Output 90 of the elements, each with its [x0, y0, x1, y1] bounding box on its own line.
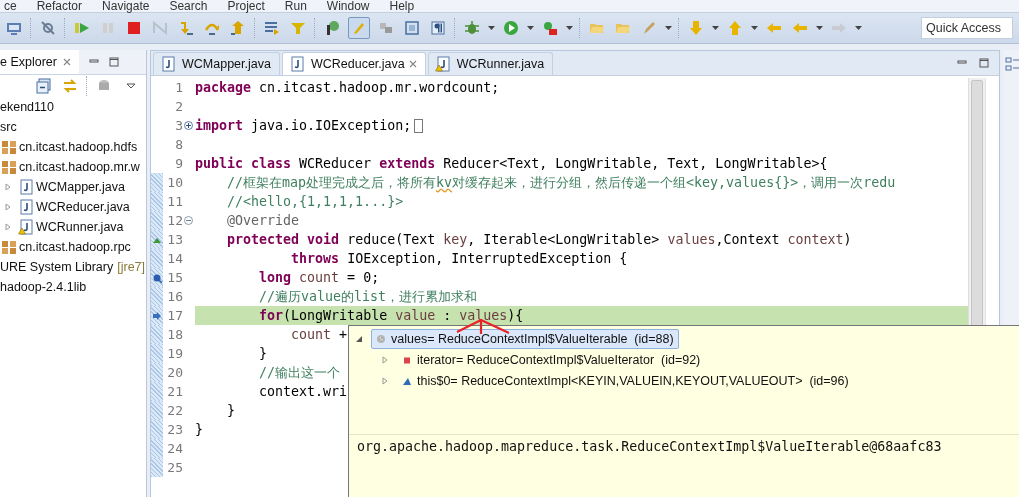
variable-row[interactable]: iterator= ReduceContextImpl$ValueIterator (id=92) — [397, 349, 706, 370]
code-comment: //遍历value的list，进行累加求和 — [258, 287, 478, 306]
tree-item[interactable]: ekend110 — [0, 100, 54, 114]
code-text: } — [195, 422, 203, 437]
line-number: 8 — [174, 137, 183, 152]
code-text: ) — [843, 232, 852, 247]
tree-item[interactable]: WCMapper.java — [36, 180, 125, 194]
line-number: 13 — [166, 232, 183, 247]
tree-item[interactable]: cn.itcast.hadoop.rpc — [19, 240, 131, 254]
code-text: } — [258, 346, 268, 361]
tree-item[interactable]: cn.itcast.hadoop.hdfs — [19, 140, 138, 154]
code-variable: key — [443, 232, 468, 247]
menu-item[interactable]: Search — [169, 0, 208, 12]
line-number: 23 — [166, 422, 183, 437]
code-keyword: throws — [290, 251, 341, 266]
tree-item[interactable]: WCRunner.java — [36, 220, 124, 234]
code-annotation: @Override — [226, 213, 300, 228]
code-text: Reducer<Text, LongWritable, Text, LongWritable>{ — [443, 156, 828, 171]
menu-item[interactable]: Run — [284, 0, 307, 12]
view-tab[interactable]: e Explorer — [0, 50, 79, 74]
line-number: 15 — [166, 270, 183, 285]
line-number: 10 — [166, 175, 183, 190]
line-number: 14 — [166, 251, 183, 266]
line-number: 11 — [166, 194, 183, 209]
tree-item-decoration: [jre7] — [117, 260, 146, 274]
line-number: 2 — [174, 99, 183, 114]
code-text: } — [226, 403, 236, 418]
variable-detail: org.apache.hadoop.mapreduce.task.ReduceContextImpl$ValueIterable@68aafc83 — [349, 434, 1019, 454]
code-text: ,Context — [715, 232, 781, 247]
line-number: 9 — [174, 156, 183, 171]
menu-item[interactable]: Navigate — [102, 0, 150, 12]
code-text: (LongWritable — [283, 308, 389, 323]
tree-item[interactable]: cn.itcast.hadoop.mr.w — [19, 160, 140, 174]
code-keyword: for — [258, 308, 284, 323]
view-title: e Explorer — [0, 55, 57, 69]
code-text: cn.itcast.hadoop.mr.wordcount; — [259, 80, 500, 95]
code-keyword: public class — [195, 156, 293, 171]
code-text: context.wri — [258, 384, 348, 399]
tree-item[interactable]: hadoop-2.4.1lib — [0, 280, 87, 294]
line-number: 21 — [166, 384, 183, 399]
code-variable: count — [299, 270, 340, 285]
code-text: = 0; — [346, 270, 380, 285]
menu-item[interactable]: Help — [389, 0, 415, 12]
code-variable: values — [459, 308, 508, 323]
code-comment: 对缓存起来，进行分组，然后传递一个组<key,values{}>，调用一次redu — [452, 173, 896, 192]
menu-item[interactable]: ce — [4, 0, 17, 12]
code-text: ){ — [507, 308, 524, 323]
menu-item[interactable]: Refactor — [36, 0, 83, 12]
line-number: 24 — [166, 441, 183, 456]
variable-row[interactable]: values= ReduceContextImpl$ValueIterable (id=88) — [371, 328, 679, 349]
tree-item[interactable]: URE System Library — [0, 260, 114, 274]
line-number: 1 — [174, 80, 183, 95]
editor-tab[interactable]: WCReducer.java — [281, 52, 426, 75]
code-keyword: extends — [379, 156, 437, 171]
code-text: reduce(Text — [347, 232, 437, 247]
line-number: 20 — [166, 365, 183, 380]
code-variable: value — [395, 308, 436, 323]
editor-tab[interactable]: WCRunner.java — [427, 52, 554, 75]
code-text: + — [338, 327, 348, 342]
code-keyword: long — [258, 270, 293, 285]
code-text: java.io.IOException; — [251, 118, 412, 133]
code-variable: values — [667, 232, 716, 247]
line-number: 3 — [174, 118, 183, 133]
line-number: 25 — [166, 460, 183, 475]
variable-row[interactable]: this$0= ReduceContextImpl<KEYIN,VALUEIN,KEYOUT,VALUEOUT> (id=96) — [397, 370, 854, 391]
tree-item[interactable]: src — [0, 120, 17, 134]
tree-item[interactable]: WCReducer.java — [36, 200, 130, 214]
code-text: WCReducer — [299, 156, 373, 171]
code-variable: context — [787, 232, 844, 247]
code-comment: kv — [436, 175, 453, 190]
menu-item[interactable]: Project — [227, 0, 265, 12]
code-text: : — [442, 308, 453, 323]
code-comment: //框架在map处理完成之后，将所有 — [226, 173, 437, 192]
code-keyword: package — [195, 80, 253, 95]
code-text: IOException, InterruptedException { — [347, 251, 628, 266]
code-keyword: protected void — [226, 232, 341, 247]
line-number: 18 — [166, 327, 183, 342]
code-variable: count — [290, 327, 332, 342]
line-number: 16 — [166, 289, 183, 304]
line-number: 19 — [166, 346, 183, 361]
editor-tab[interactable]: WCMapper.java — [153, 52, 280, 75]
code-text: , Iterable<LongWritable> — [467, 232, 661, 247]
quick-access-field[interactable]: Quick Access — [921, 17, 1013, 39]
code-comment: //<hello,{1,1,1,1...}> — [226, 194, 404, 209]
line-number: 12 — [166, 213, 183, 228]
line-number: 17 — [166, 308, 183, 323]
code-keyword: import — [195, 118, 245, 133]
line-number: 22 — [166, 403, 183, 418]
menu-item[interactable]: Window — [326, 0, 370, 12]
code-comment: //输出这一个 — [258, 363, 341, 382]
